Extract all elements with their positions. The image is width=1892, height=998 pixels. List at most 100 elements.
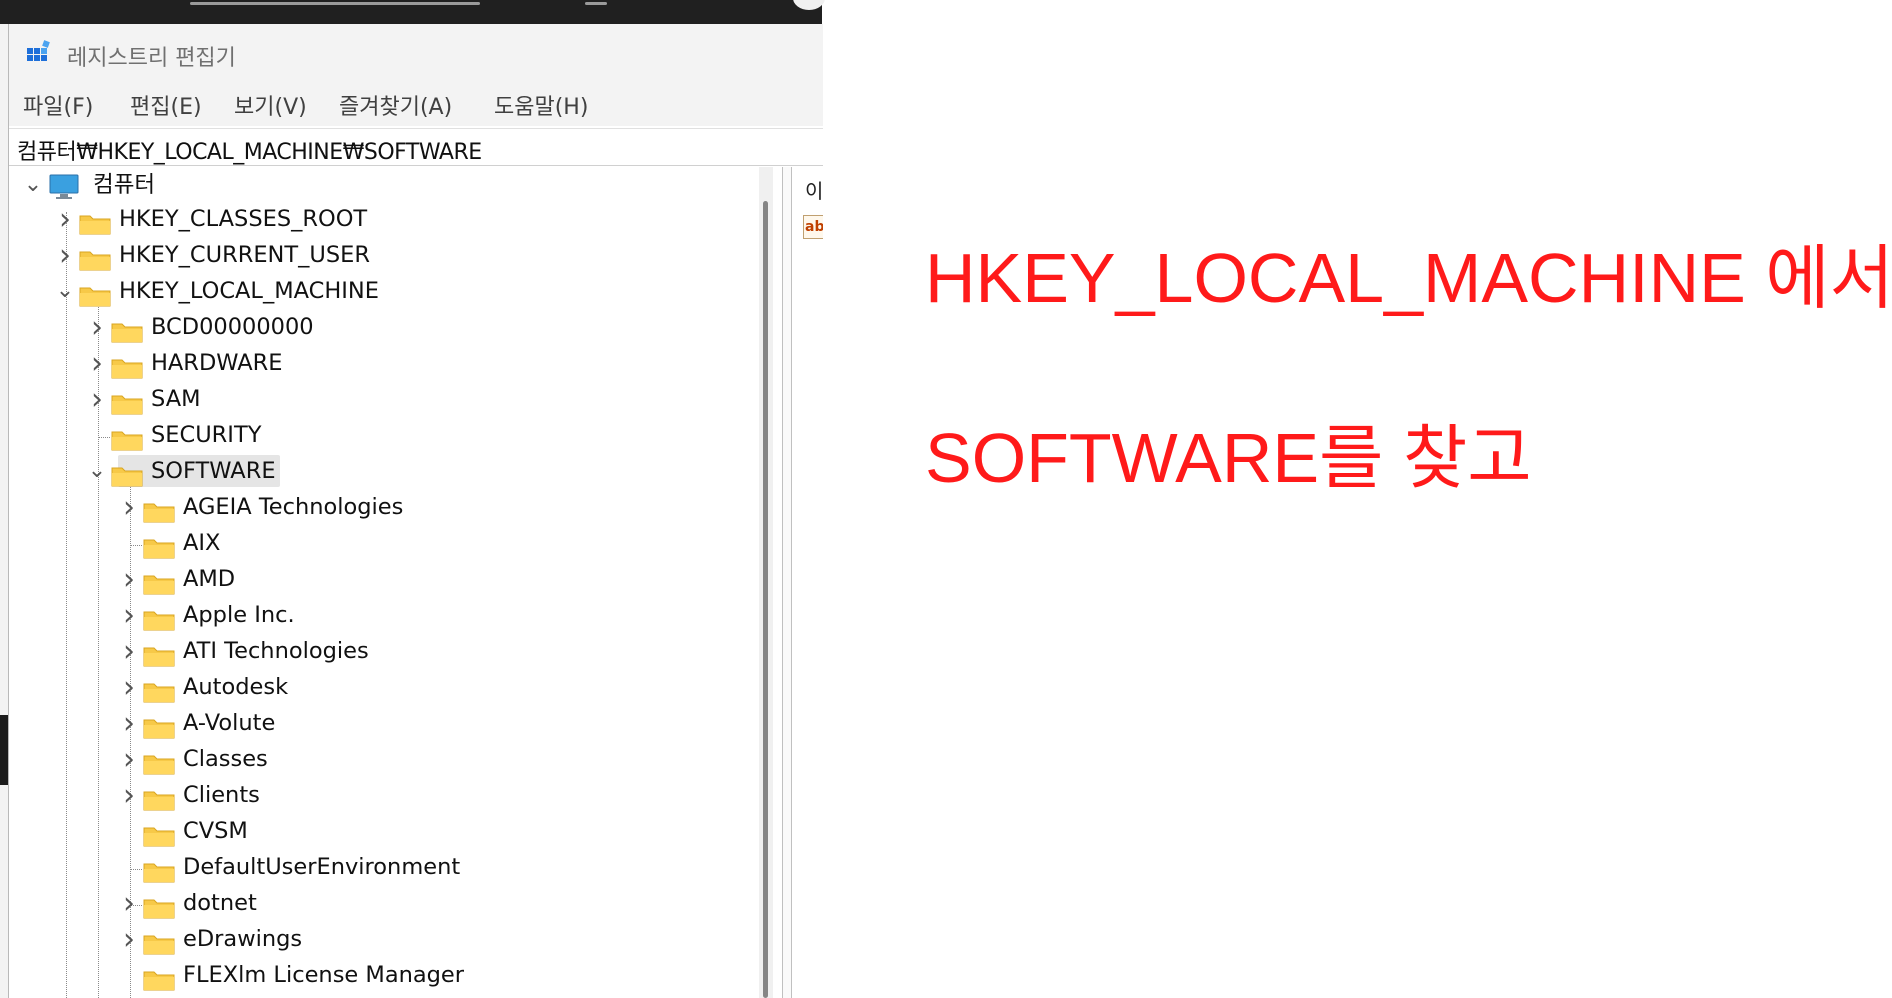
folder-icon xyxy=(143,498,175,523)
tree-item-label: CVSM xyxy=(183,818,248,844)
menu-view[interactable]: 보기(V) xyxy=(234,89,307,121)
menu-help[interactable]: 도움말(H) xyxy=(494,89,588,121)
folder-icon xyxy=(143,678,175,703)
tree-item-label: HKEY_CURRENT_USER xyxy=(119,242,370,268)
folder-icon xyxy=(111,426,143,451)
folder-icon xyxy=(143,822,175,847)
pane-splitter[interactable] xyxy=(782,167,792,998)
tree-item-amd[interactable]: › AMD xyxy=(9,561,749,597)
tree-item-hkey-classes-root[interactable]: › HKEY_CLASSES_ROOT xyxy=(9,201,749,237)
computer-icon xyxy=(49,174,79,199)
tree-item-label: A-Volute xyxy=(183,710,276,736)
tree-item-clients[interactable]: › Clients xyxy=(9,777,749,813)
menu-file[interactable]: 파일(F) xyxy=(23,89,93,121)
folder-icon xyxy=(79,282,111,307)
chevron-right-icon[interactable]: › xyxy=(87,345,107,381)
tree-item-defaultuserenvironment[interactable]: DefaultUserEnvironment xyxy=(9,849,749,885)
tree-item-flexlm-license-manager[interactable]: FLEXlm License Manager xyxy=(9,957,749,993)
chevron-right-icon[interactable]: › xyxy=(119,741,139,777)
menu-bar: 파일(F) 편집(E) 보기(V) 즐겨찾기(A) 도움말(H) xyxy=(9,80,823,126)
tree-item-apple-inc[interactable]: › Apple Inc. xyxy=(9,597,749,633)
annotation-line-2: SOFTWARE를 찾고 xyxy=(925,419,1532,497)
string-value-icon[interactable]: ab xyxy=(803,215,823,239)
chevron-right-icon[interactable]: › xyxy=(55,201,75,237)
chevron-right-icon[interactable]: › xyxy=(119,669,139,705)
folder-icon xyxy=(111,390,143,415)
tree-item-label: HKEY_LOCAL_MACHINE xyxy=(119,278,379,304)
tree-item-classes[interactable]: › Classes xyxy=(9,741,749,777)
folder-icon xyxy=(143,642,175,667)
chevron-right-icon[interactable]: › xyxy=(55,237,75,273)
address-path[interactable]: 컴퓨터₩HKEY_LOCAL_MACHINE₩SOFTWARE xyxy=(17,134,482,166)
folder-icon xyxy=(143,570,175,595)
chevron-right-icon[interactable]: › xyxy=(119,489,139,525)
tree-item-dotnet[interactable]: › dotnet xyxy=(9,885,749,921)
chevron-right-icon[interactable]: › xyxy=(119,597,139,633)
tree-item-label: Clients xyxy=(183,782,260,808)
tree-item-aix[interactable]: AIX xyxy=(9,525,749,561)
tree-item-label: AMD xyxy=(183,566,236,592)
chevron-down-icon[interactable]: ⌄ xyxy=(87,453,107,489)
tree-item-label: HKEY_CLASSES_ROOT xyxy=(119,206,368,232)
chevron-right-icon[interactable]: › xyxy=(119,633,139,669)
chevron-right-icon[interactable]: › xyxy=(119,561,139,597)
tree-item-hkey-local-machine[interactable]: ⌄ HKEY_LOCAL_MACHINE xyxy=(9,273,749,309)
tree-item-hkey-current-user[interactable]: › HKEY_CURRENT_USER xyxy=(9,237,749,273)
chevron-right-icon[interactable]: › xyxy=(119,885,139,921)
folder-icon xyxy=(143,930,175,955)
menu-edit[interactable]: 편집(E) xyxy=(130,89,202,121)
tree-item-label: eDrawings xyxy=(183,926,303,952)
tree-item-autodesk[interactable]: › Autodesk xyxy=(9,669,749,705)
folder-icon xyxy=(143,534,175,559)
address-bar[interactable]: 컴퓨터₩HKEY_LOCAL_MACHINE₩SOFTWARE xyxy=(9,128,823,166)
tree-item-a-volute[interactable]: › A-Volute xyxy=(9,705,749,741)
chevron-down-icon[interactable]: ⌄ xyxy=(55,273,75,309)
tree-item-hardware[interactable]: › HARDWARE xyxy=(9,345,749,381)
tree-item-computer[interactable]: ⌄ 컴퓨터 xyxy=(9,167,309,203)
tree-item-cvsm[interactable]: CVSM xyxy=(9,813,749,849)
values-header-name[interactable]: 이 xyxy=(805,175,823,204)
folder-icon xyxy=(111,318,143,343)
folder-icon xyxy=(143,786,175,811)
background-round-button xyxy=(793,0,825,10)
menu-favorites[interactable]: 즐겨찾기(A) xyxy=(339,89,452,121)
tree-item-label: 컴퓨터 xyxy=(93,172,156,198)
key-tree: ⌄ 컴퓨터 › HKEY_CLASSES_ROOT › HKEY_CURRENT_US… xyxy=(9,167,779,998)
annotation-line-1: HKEY_LOCAL_MACHINE 에서 xyxy=(925,239,1892,317)
chevron-right-icon[interactable]: › xyxy=(87,381,107,417)
tree-item-software[interactable]: ⌄ SOFTWARE xyxy=(9,453,749,489)
tree-item-label: Autodesk xyxy=(183,674,289,700)
tree-item-label: ATI Technologies xyxy=(183,638,369,664)
tree-item-label: BCD00000000 xyxy=(151,314,314,340)
tree-item-sam[interactable]: › SAM xyxy=(9,381,749,417)
tree-item-label: HARDWARE xyxy=(151,350,283,376)
tree-item-edrawings[interactable]: › eDrawings xyxy=(9,921,749,957)
registry-editor-icon xyxy=(27,40,50,61)
tree-item-label: SOFTWARE xyxy=(151,458,276,484)
tree-item-ati-technologies[interactable]: › ATI Technologies xyxy=(9,633,749,669)
chevron-right-icon[interactable]: › xyxy=(119,921,139,957)
background-toolbar-icons xyxy=(190,2,480,5)
tree-item-label: AGEIA Technologies xyxy=(183,494,404,520)
tree-item-bcd00000000[interactable]: › BCD00000000 xyxy=(9,309,749,345)
folder-icon xyxy=(143,858,175,883)
folder-icon xyxy=(143,750,175,775)
tree-scrollbar[interactable] xyxy=(759,167,773,998)
folder-icon xyxy=(143,966,175,991)
chevron-right-icon[interactable]: › xyxy=(87,309,107,345)
title-bar[interactable]: 레지스트리 편집기 xyxy=(9,24,823,80)
chevron-down-icon[interactable]: ⌄ xyxy=(23,167,43,203)
background-taskbar-strip xyxy=(0,0,825,24)
tree-item-security[interactable]: SECURITY xyxy=(9,417,749,453)
tree-item-ageia-technologies[interactable]: › AGEIA Technologies xyxy=(9,489,749,525)
tree-item-label: dotnet xyxy=(183,890,257,916)
tree-item-label: Apple Inc. xyxy=(183,602,295,628)
tree-item-label: SAM xyxy=(151,386,201,412)
folder-icon xyxy=(143,894,175,919)
chevron-right-icon[interactable]: › xyxy=(119,705,139,741)
background-dark-area xyxy=(0,715,8,785)
chevron-right-icon[interactable]: › xyxy=(119,777,139,813)
folder-icon xyxy=(79,210,111,235)
folder-icon xyxy=(111,354,143,379)
scrollbar-thumb[interactable] xyxy=(763,201,768,998)
